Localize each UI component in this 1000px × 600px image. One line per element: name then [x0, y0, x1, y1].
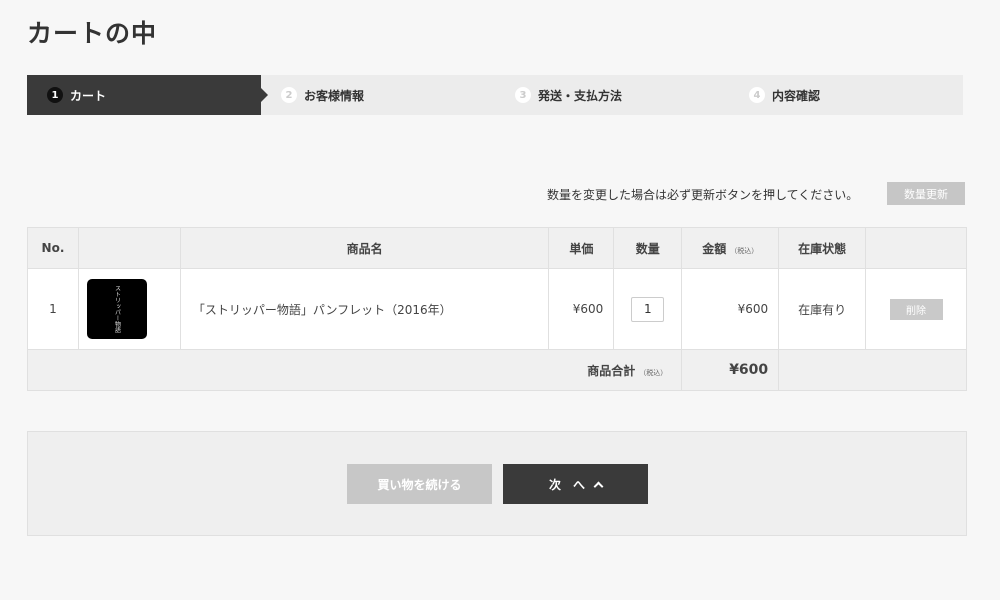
step-customer-info: 2 お客様情報 [261, 75, 495, 115]
header-delete [865, 227, 967, 269]
step-number: 1 [47, 87, 63, 103]
next-button-label: 次 へ [548, 477, 585, 492]
header-stock: 在庫状態 [778, 227, 867, 269]
product-thumbnail[interactable]: ストリッパー物語 [86, 279, 147, 339]
step-number: 4 [749, 87, 765, 103]
header-amount-label: 金額 [702, 241, 727, 256]
row-stock-status: 在庫有り [778, 268, 867, 350]
total-label: 商品合計 [587, 363, 636, 378]
header-amount: 金額 （税込） [681, 227, 780, 269]
delete-button[interactable]: 削除 [889, 298, 943, 320]
step-number: 3 [515, 87, 531, 103]
page-title: カートの中 [27, 19, 158, 48]
row-product-name: 「ストリッパー物語」パンフレット（2016年） [179, 268, 550, 350]
row-delete-cell: 削除 [865, 268, 967, 350]
continue-shopping-button[interactable]: 買い物を続ける [347, 464, 492, 504]
step-confirm: 4 内容確認 [729, 75, 963, 115]
checkout-steps: 1 カート 2 お客様情報 3 発送・支払方法 4 内容確認 [27, 75, 963, 115]
quantity-input[interactable] [631, 296, 665, 322]
next-button[interactable]: 次 へ [503, 464, 648, 504]
step-label: 発送・支払方法 [538, 88, 623, 103]
row-amount: ¥600 [681, 268, 780, 350]
update-quantity-button[interactable]: 数量更新 [887, 182, 965, 205]
header-qty: 数量 [613, 227, 683, 269]
quantity-notice: 数量を変更した場合は必ず更新ボタンを押してください。 [547, 188, 859, 202]
row-price: ¥600 [548, 268, 615, 350]
header-no: No. [27, 227, 79, 269]
row-qty-cell [613, 268, 683, 350]
step-number: 2 [281, 87, 297, 103]
total-value: ¥600 [681, 349, 780, 391]
row-no: 1 [27, 268, 79, 350]
step-label: お客様情報 [304, 88, 365, 103]
total-row: 商品合計 （税込） ¥600 [26, 349, 967, 391]
step-cart: 1 カート [27, 75, 268, 115]
step-label: 内容確認 [772, 88, 821, 103]
thumbnail-text: ストリッパー物語 [113, 285, 121, 333]
header-price: 単価 [548, 227, 615, 269]
table-header-row: No. 商品名 単価 数量 金額 （税込） 在庫状態 [27, 227, 967, 269]
tax-note: （税込） [730, 246, 759, 255]
total-empty-cell [778, 349, 967, 391]
step-shipping-payment: 3 発送・支払方法 [495, 75, 729, 115]
header-name: 商品名 [179, 227, 550, 269]
header-image [77, 227, 181, 269]
step-label: カート [70, 88, 107, 103]
cart-table: No. 商品名 単価 数量 金額 （税込） 在庫状態 1 ストリッパー物語 「スト… [26, 227, 967, 391]
action-panel: 買い物を続ける 次 へ [27, 431, 967, 536]
chevron-up-icon [593, 481, 604, 491]
total-tax-note: （税込） [639, 368, 668, 377]
total-label-cell: 商品合計 （税込） [26, 349, 683, 391]
row-thumbnail-cell: ストリッパー物語 [77, 268, 181, 350]
table-row: 1 ストリッパー物語 「ストリッパー物語」パンフレット（2016年） ¥600 … [27, 268, 967, 350]
